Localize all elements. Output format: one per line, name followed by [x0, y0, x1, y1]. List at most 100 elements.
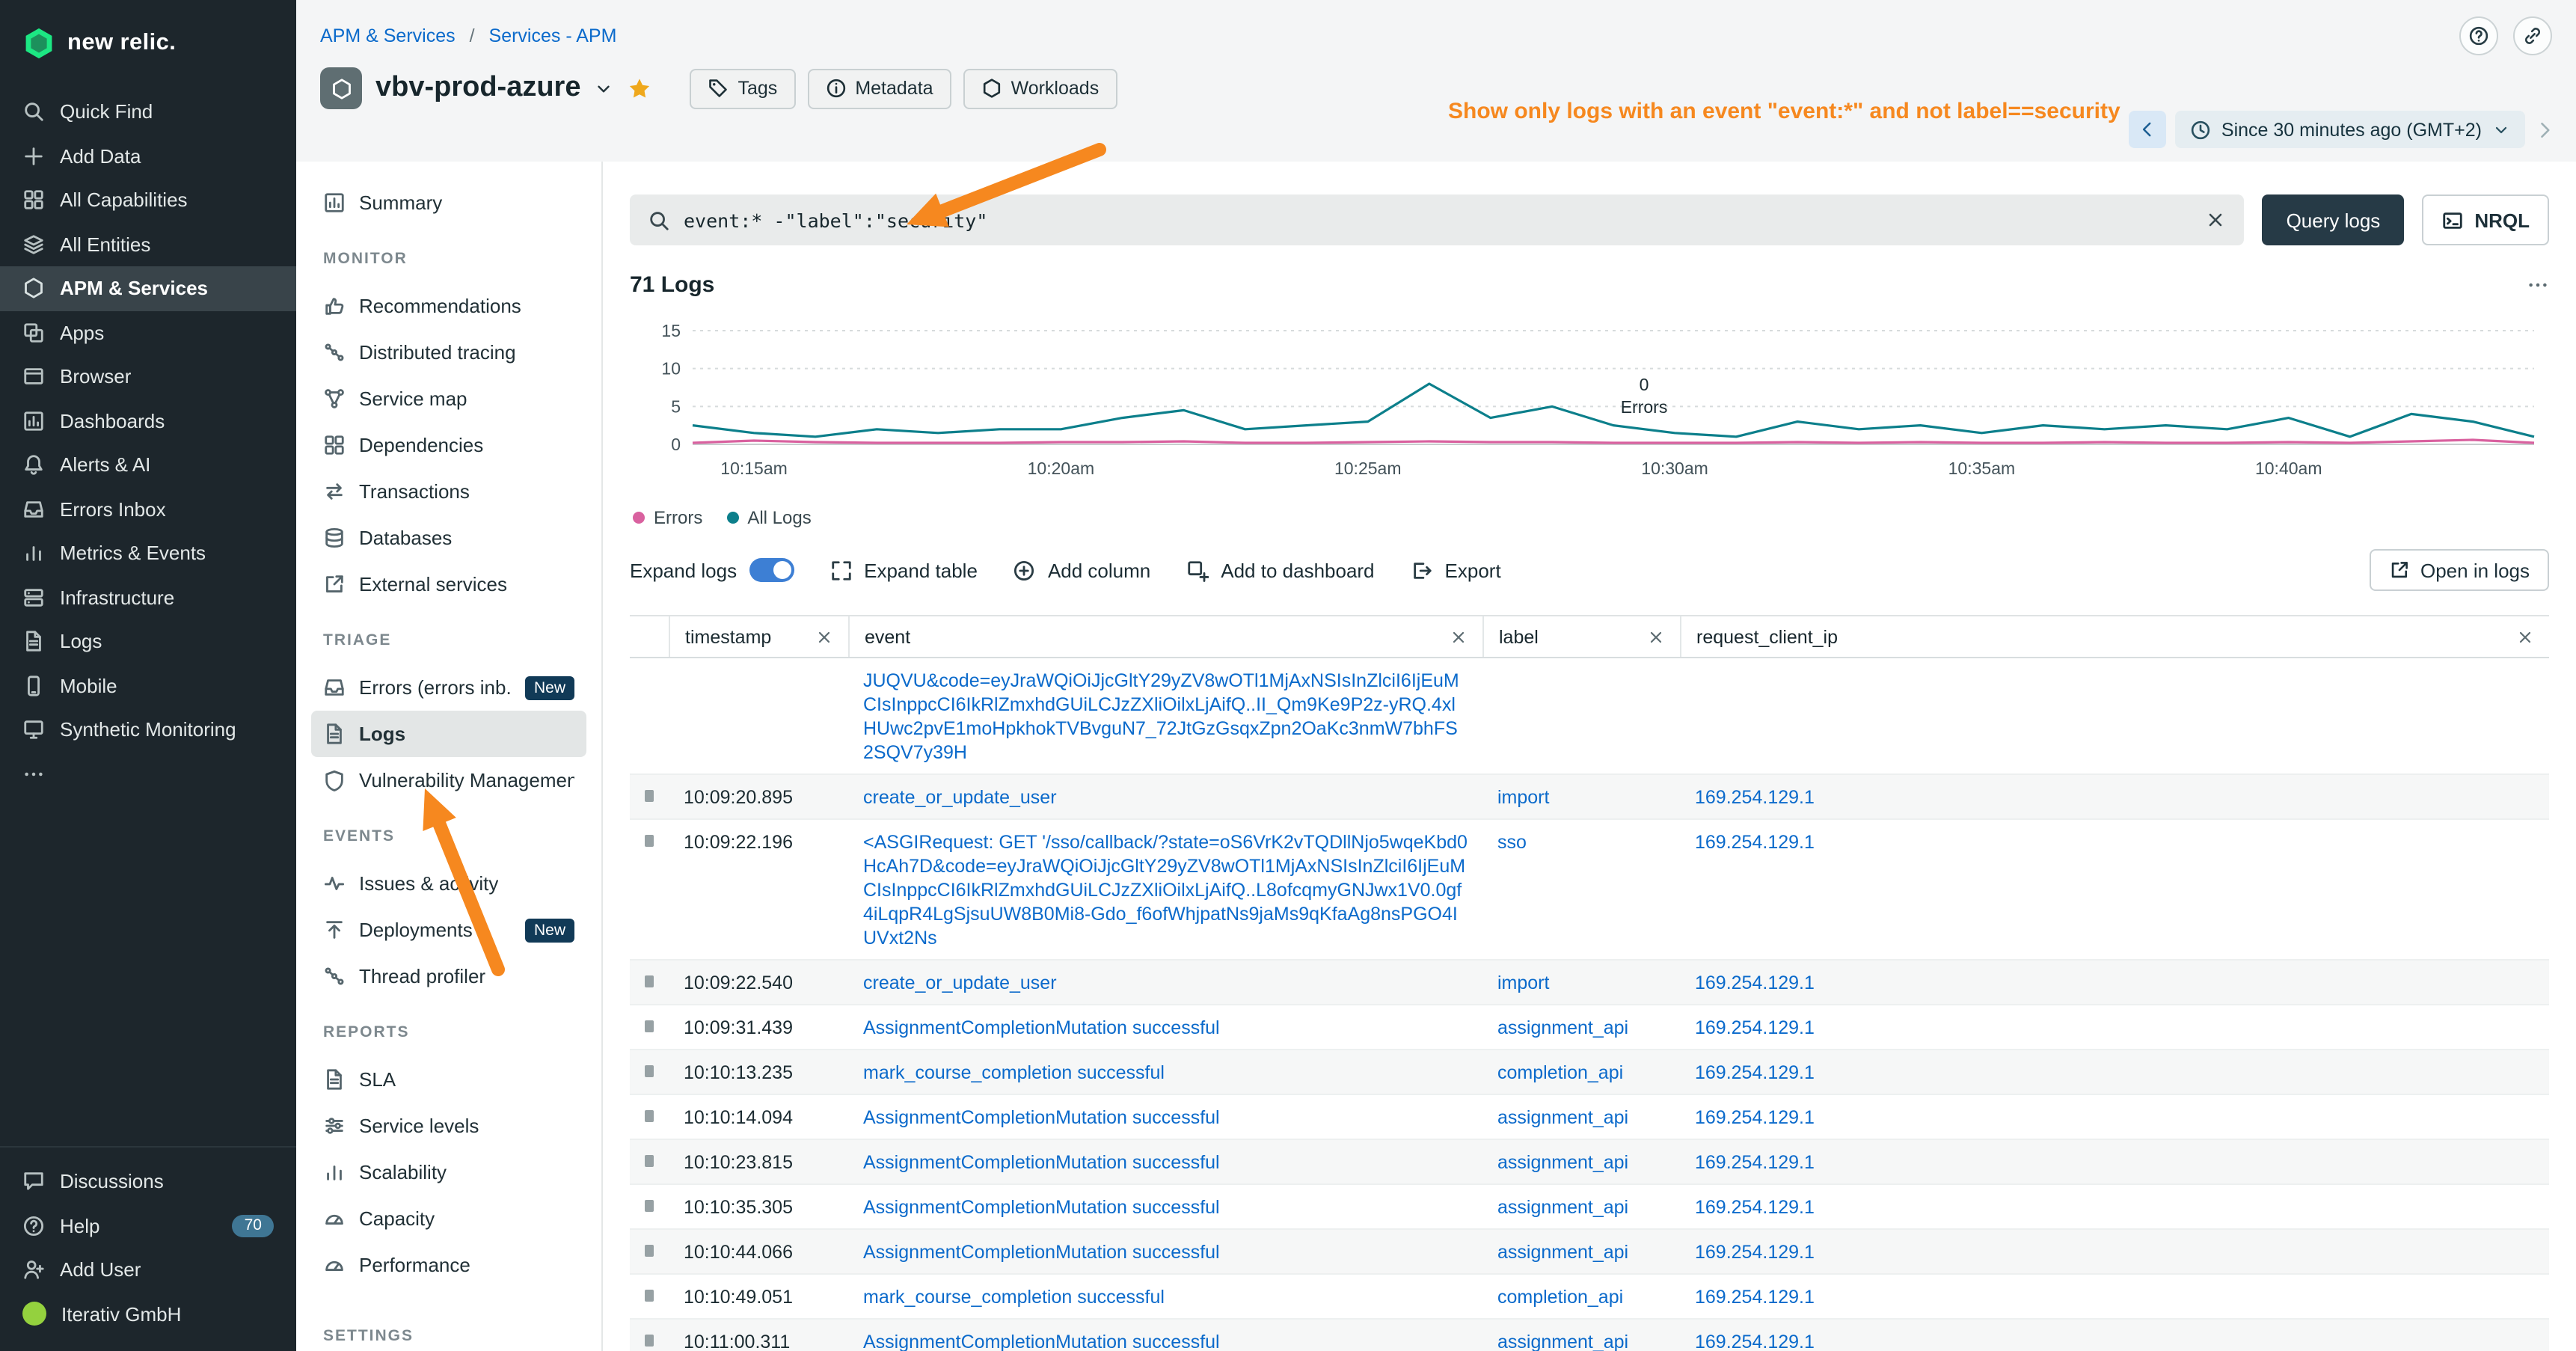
row-select-checkbox[interactable] — [645, 790, 654, 802]
subnav-item-service-levels[interactable]: Service levels — [311, 1103, 586, 1149]
column-header-request-client-ip[interactable]: request_client_ip — [1680, 616, 2549, 657]
log-label-link[interactable]: import — [1497, 972, 1549, 993]
subnav-item-databases[interactable]: Databases — [311, 515, 586, 561]
subnav-item-logs[interactable]: Logs — [311, 711, 586, 757]
legend-item-errors[interactable]: Errors — [633, 507, 702, 528]
time-back-button[interactable] — [2129, 111, 2166, 148]
add-to-dashboard-button[interactable]: Add to dashboard — [1186, 559, 1374, 581]
row-select-checkbox[interactable] — [645, 1290, 654, 1302]
subnav-item-errors-errors-inb[interactable]: Errors (errors inb...New — [311, 664, 586, 711]
log-event-link[interactable]: mark_course_completion successful — [863, 1062, 1165, 1082]
log-ip-link[interactable]: 169.254.129.1 — [1695, 1286, 1815, 1307]
log-event-link[interactable]: JUQVU&code=eyJraWQiOiJjcGltY29yZV8wOTl1M… — [863, 670, 1459, 762]
sidebar-item-mobile[interactable]: Mobile — [0, 664, 296, 708]
subnav-item-summary[interactable]: Summary — [311, 180, 586, 226]
remove-column-icon[interactable] — [1450, 628, 1468, 646]
row-select-checkbox[interactable] — [645, 975, 654, 987]
table-row[interactable]: 10:10:13.235mark_course_completion succe… — [630, 1050, 2549, 1095]
legend-item-all-logs[interactable]: All Logs — [726, 507, 811, 528]
log-ip-link[interactable]: 169.254.129.1 — [1695, 972, 1815, 993]
sidebar-item-errors-inbox[interactable]: Errors Inbox — [0, 487, 296, 531]
sidebar-item-help[interactable]: Help70 — [0, 1204, 296, 1248]
subnav-item-issues-activity[interactable]: Issues & activity — [311, 860, 586, 907]
expand-logs-toggle[interactable] — [749, 558, 794, 582]
subnav-item-capacity[interactable]: Capacity — [311, 1195, 586, 1242]
subnav-item-transactions[interactable]: Transactions — [311, 468, 586, 515]
subnav-item-external-services[interactable]: External services — [311, 561, 586, 607]
log-event-link[interactable]: AssignmentCompletionMutation successful — [863, 1017, 1220, 1038]
sidebar-item-apm-services[interactable]: APM & Services — [0, 266, 296, 310]
log-event-link[interactable]: <ASGIRequest: GET '/sso/callback/?state=… — [863, 831, 1468, 948]
table-row[interactable]: 10:10:23.815AssignmentCompletionMutation… — [630, 1140, 2549, 1185]
log-event-link[interactable]: mark_course_completion successful — [863, 1286, 1165, 1307]
help-icon[interactable] — [2459, 16, 2498, 55]
subnav-item-vulnerability-management[interactable]: Vulnerability Management — [311, 757, 586, 803]
log-ip-link[interactable]: 169.254.129.1 — [1695, 831, 1815, 852]
log-label-link[interactable]: assignment_api — [1497, 1196, 1628, 1217]
sidebar-item-quick-find[interactable]: Quick Find — [0, 90, 296, 134]
subnav-item-dependencies[interactable]: Dependencies — [311, 422, 586, 468]
table-row[interactable]: 10:09:22.540create_or_update_userimport1… — [630, 961, 2549, 1005]
remove-column-icon[interactable] — [2516, 628, 2534, 646]
log-event-link[interactable]: AssignmentCompletionMutation successful — [863, 1241, 1220, 1262]
sidebar-item-iterativ-gmbh[interactable]: Iterativ GmbH — [0, 1292, 296, 1336]
nrql-button[interactable]: NRQL — [2422, 194, 2549, 245]
remove-column-icon[interactable] — [1647, 628, 1665, 646]
log-label-link[interactable]: assignment_api — [1497, 1151, 1628, 1172]
more-options-icon[interactable] — [2527, 274, 2549, 296]
log-label-link[interactable]: completion_api — [1497, 1286, 1623, 1307]
sidebar-item-more-capabilities[interactable] — [0, 752, 296, 796]
sidebar-item-synthetic-monitoring[interactable]: Synthetic Monitoring — [0, 708, 296, 752]
tags-button[interactable]: Tags — [690, 68, 796, 108]
sidebar-item-logs[interactable]: Logs — [0, 619, 296, 664]
log-ip-link[interactable]: 169.254.129.1 — [1695, 1331, 1815, 1351]
table-row[interactable]: 10:10:35.305AssignmentCompletionMutation… — [630, 1185, 2549, 1230]
log-ip-link[interactable]: 169.254.129.1 — [1695, 786, 1815, 807]
row-select-checkbox[interactable] — [645, 1110, 654, 1122]
subnav-item-recommendations[interactable]: Recommendations — [311, 283, 586, 329]
log-search-input[interactable]: event:* -"label":"security" — [630, 194, 2245, 245]
open-in-logs-button[interactable]: Open in logs — [2370, 549, 2549, 591]
table-row[interactable]: 10:09:22.196<ASGIRequest: GET '/sso/call… — [630, 820, 2549, 961]
sidebar-item-discussions[interactable]: Discussions — [0, 1159, 296, 1204]
remove-column-icon[interactable] — [815, 628, 833, 646]
clear-search-icon[interactable] — [2206, 209, 2227, 230]
row-select-checkbox[interactable] — [645, 1065, 654, 1077]
subnav-item-sla[interactable]: SLA — [311, 1056, 586, 1103]
sidebar-item-apps[interactable]: Apps — [0, 310, 296, 355]
log-event-link[interactable]: AssignmentCompletionMutation successful — [863, 1106, 1220, 1127]
breadcrumb-link-services-apm[interactable]: Services - APM — [489, 25, 617, 46]
row-select-checkbox[interactable] — [645, 1200, 654, 1212]
metadata-button[interactable]: Metadata — [807, 68, 951, 108]
sidebar-item-add-data[interactable]: Add Data — [0, 134, 296, 178]
log-ip-link[interactable]: 169.254.129.1 — [1695, 1151, 1815, 1172]
sidebar-item-infrastructure[interactable]: Infrastructure — [0, 575, 296, 619]
row-select-checkbox[interactable] — [645, 1155, 654, 1167]
table-row[interactable]: 10:10:49.051mark_course_completion succe… — [630, 1275, 2549, 1320]
breadcrumb-link-apm-services[interactable]: APM & Services — [320, 25, 456, 46]
add-column-button[interactable]: Add column — [1013, 559, 1150, 581]
subnav-item-deployments[interactable]: DeploymentsNew — [311, 907, 586, 953]
subnav-item-thread-profiler[interactable]: Thread profiler — [311, 953, 586, 999]
log-ip-link[interactable]: 169.254.129.1 — [1695, 1106, 1815, 1127]
log-ip-link[interactable]: 169.254.129.1 — [1695, 1017, 1815, 1038]
permalink-icon[interactable] — [2513, 16, 2552, 55]
column-header-label[interactable]: label — [1482, 616, 1680, 657]
time-range-button[interactable]: Since 30 minutes ago (GMT+2) — [2175, 111, 2525, 148]
favorite-star-icon[interactable] — [628, 76, 653, 101]
log-label-link[interactable]: assignment_api — [1497, 1017, 1628, 1038]
log-label-link[interactable]: import — [1497, 786, 1549, 807]
log-event-link[interactable]: create_or_update_user — [863, 972, 1057, 993]
log-label-link[interactable]: sso — [1497, 831, 1527, 852]
table-row[interactable]: 10:09:31.439AssignmentCompletionMutation… — [630, 1005, 2549, 1050]
workloads-button[interactable]: Workloads — [963, 68, 1117, 108]
log-label-link[interactable]: assignment_api — [1497, 1331, 1628, 1351]
row-select-checkbox[interactable] — [645, 835, 654, 847]
sidebar-item-alerts-ai[interactable]: Alerts & AI — [0, 443, 296, 487]
sidebar-item-add-user[interactable]: Add User — [0, 1248, 296, 1292]
table-row[interactable]: 10:11:00.311AssignmentCompletionMutation… — [630, 1320, 2549, 1351]
subnav-item-scalability[interactable]: Scalability — [311, 1149, 586, 1195]
log-label-link[interactable]: assignment_api — [1497, 1106, 1628, 1127]
log-label-link[interactable]: completion_api — [1497, 1062, 1623, 1082]
table-row[interactable]: 10:10:44.066AssignmentCompletionMutation… — [630, 1230, 2549, 1275]
